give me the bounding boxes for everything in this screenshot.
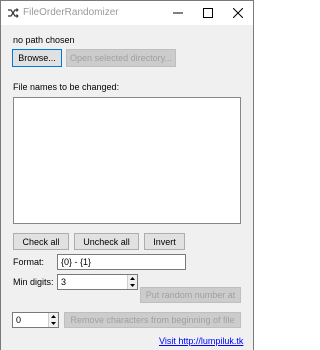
close-icon	[233, 8, 243, 18]
close-button[interactable]	[223, 1, 253, 25]
remove-count-value: 0	[16, 315, 22, 325]
check-all-button[interactable]: Check all	[13, 233, 69, 250]
browse-button[interactable]: Browse...	[12, 49, 62, 67]
app-window: FileOrderRandomizer no path chosen Brows…	[0, 0, 254, 350]
min-digits-up-button[interactable]	[128, 275, 137, 282]
remove-count-down-button[interactable]	[49, 320, 58, 327]
file-names-heading: File names to be changed:	[13, 82, 120, 92]
remove-count-spinner[interactable]	[48, 313, 58, 327]
remove-characters-button[interactable]: Remove characters from beginning of file	[64, 312, 241, 328]
open-directory-button[interactable]: Open selected directory...	[66, 49, 176, 67]
min-digits-label: Min digits:	[13, 277, 54, 287]
shuffle-icon	[7, 7, 19, 19]
chevron-down-icon	[130, 284, 135, 287]
maximize-button[interactable]	[193, 1, 223, 25]
invert-button[interactable]: Invert	[144, 233, 185, 250]
chevron-up-icon	[130, 277, 135, 280]
chevron-down-icon	[51, 322, 56, 325]
min-digits-spinner[interactable]	[127, 275, 137, 289]
title-bar[interactable]: FileOrderRandomizer	[1, 1, 253, 25]
window-title: FileOrderRandomizer	[23, 7, 119, 18]
put-random-number-button[interactable]: Put random number at	[140, 287, 241, 303]
maximize-icon	[203, 8, 213, 18]
format-label: Format:	[13, 257, 45, 267]
minimize-icon	[173, 12, 183, 14]
minimize-button[interactable]	[163, 1, 193, 25]
uncheck-all-button[interactable]: Uncheck all	[74, 233, 139, 250]
file-names-list[interactable]	[13, 97, 241, 224]
min-digits-value: 3	[61, 277, 67, 287]
remove-count-up-button[interactable]	[49, 313, 58, 320]
format-input[interactable]: {0} - {1}	[57, 254, 186, 270]
website-link[interactable]: Visit http://lumpiluk.tk	[159, 336, 243, 346]
chevron-up-icon	[51, 315, 56, 318]
client-area: no path chosen Browse... Open selected d…	[1, 25, 253, 350]
min-digits-down-button[interactable]	[128, 282, 137, 289]
path-status-label: no path chosen	[13, 35, 75, 45]
min-digits-input[interactable]: 3	[57, 274, 138, 290]
